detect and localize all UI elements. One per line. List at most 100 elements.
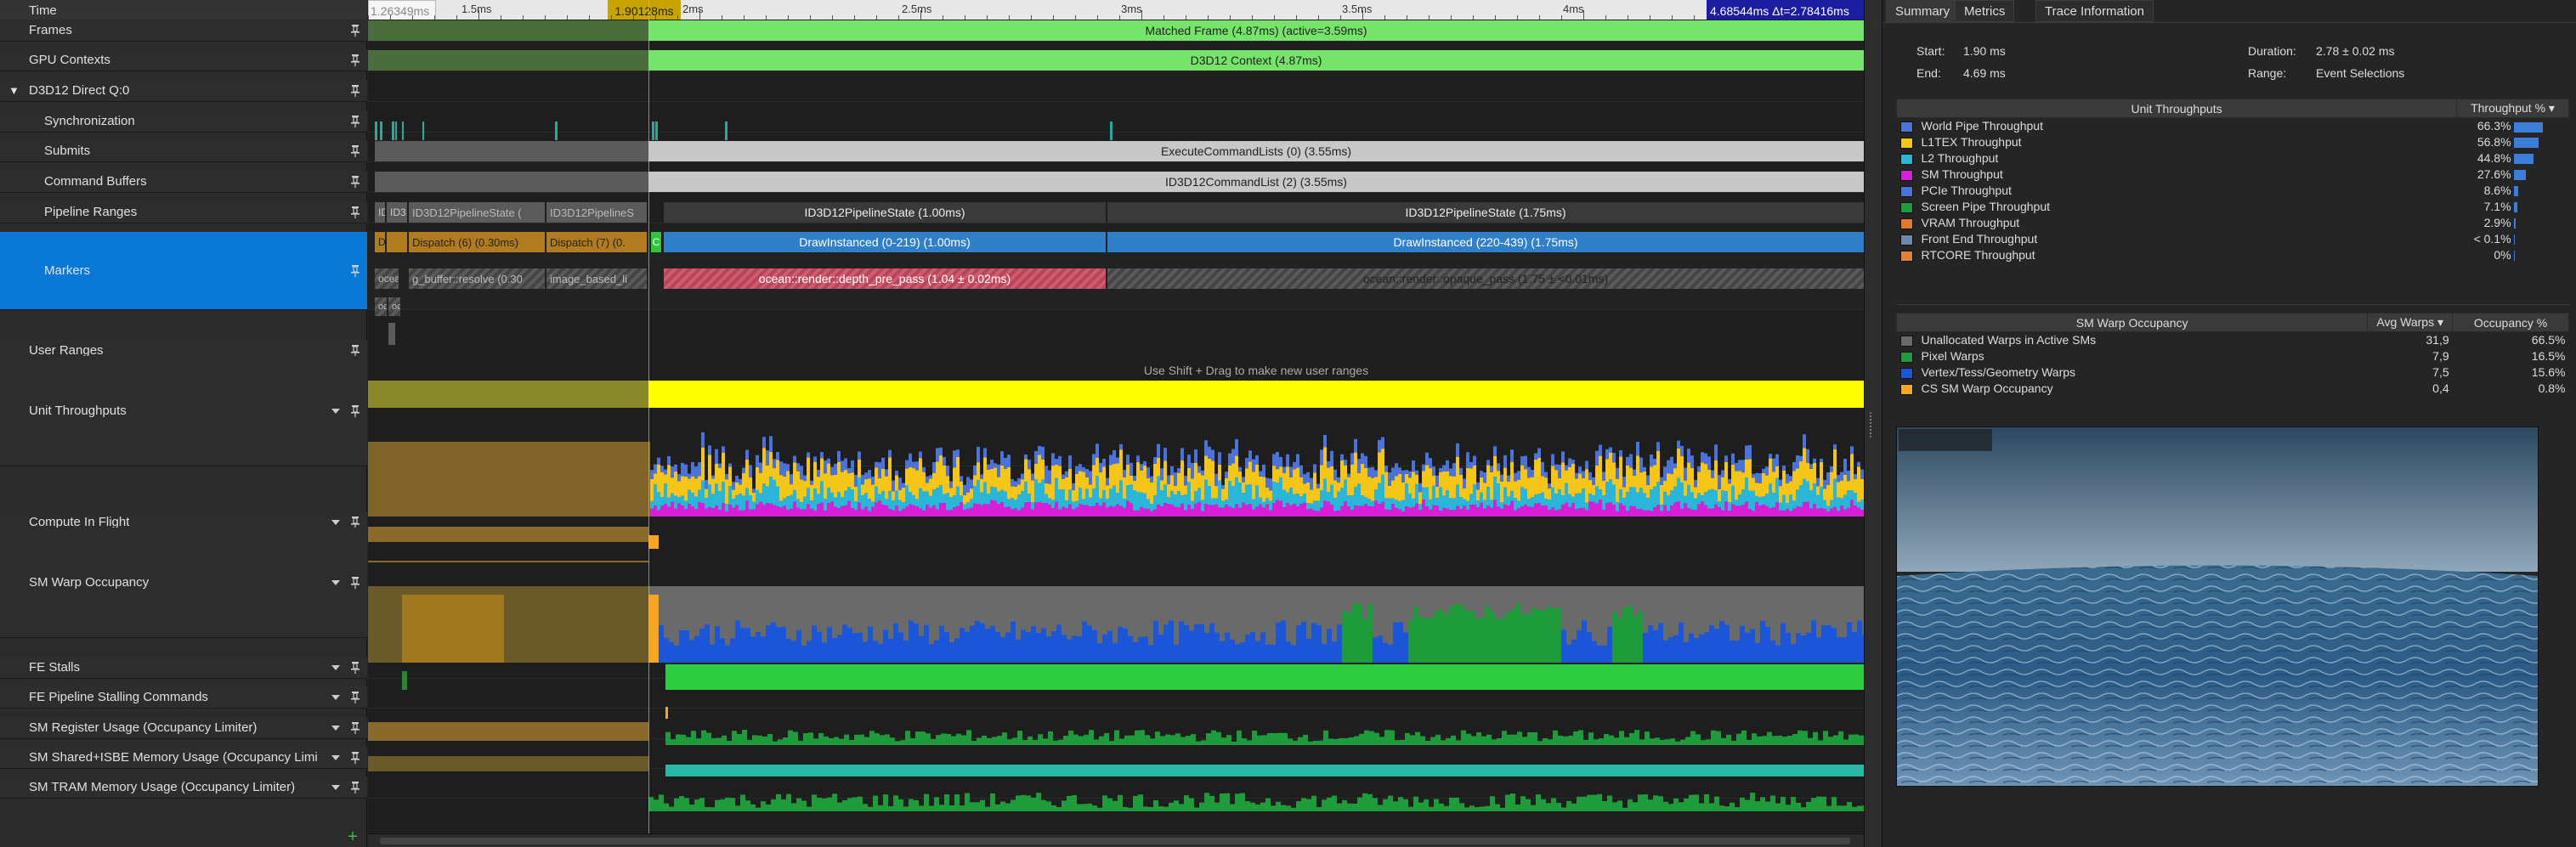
frame-preview-image[interactable] — [1896, 426, 2539, 787]
table-splitter[interactable] — [1896, 304, 2569, 311]
pin-icon[interactable] — [348, 24, 362, 37]
unit-throughput-row[interactable]: World Pipe Throughput 66.3% — [1897, 118, 2569, 134]
gpu-active-pre[interactable] — [368, 381, 648, 408]
pin-icon[interactable] — [348, 175, 362, 189]
timeline-row[interactable] — [368, 686, 1864, 709]
pipeline-range-bar[interactable]: ID — [375, 202, 385, 223]
row-label-command-buffers[interactable]: Command Buffers — [0, 171, 367, 193]
chevron-down-icon[interactable] — [330, 663, 342, 672]
pin-icon[interactable] — [348, 781, 362, 794]
chevron-down-icon[interactable] — [330, 407, 342, 415]
marker-bar[interactable]: ocea — [375, 268, 399, 289]
row-label-synchronization[interactable]: Synchronization — [0, 110, 367, 133]
cmdbuf-bar[interactable]: ID3D12CommandList (2) (3.55ms) — [648, 172, 1864, 192]
scrollbar-thumb[interactable] — [380, 838, 1850, 844]
pin-icon[interactable] — [348, 404, 362, 418]
marker-bar[interactable]: oc — [375, 297, 387, 316]
pin-icon[interactable] — [348, 54, 362, 67]
unit-throughputs-header[interactable]: Unit Throughputs — [1895, 99, 2458, 118]
pin-icon[interactable] — [348, 691, 362, 704]
unit-throughput-row[interactable]: L2 Throughput 44.8% — [1897, 150, 2569, 167]
timeline-row[interactable] — [368, 747, 1864, 769]
action-bar[interactable]: DrawInstanced (0-219) (1.00ms) — [664, 232, 1106, 252]
warp-occupancy-row[interactable]: Unallocated Warps in Active SMs 31,9 66.5% — [1897, 332, 2569, 348]
marker-bar[interactable]: image_based_li — [546, 268, 647, 289]
horizontal-scrollbar[interactable] — [368, 833, 1864, 847]
row-label-submits[interactable]: Submits — [0, 140, 367, 162]
pin-icon[interactable] — [348, 721, 362, 735]
pin-icon[interactable] — [348, 115, 362, 128]
unit-throughput-row[interactable]: PCIe Throughput 8.6% — [1897, 183, 2569, 199]
unit-throughput-row[interactable]: Screen Pipe Throughput 7.1% — [1897, 199, 2569, 215]
panel-splitter[interactable] — [1864, 0, 1882, 847]
chevron-down-icon[interactable] — [330, 693, 342, 702]
context-bar[interactable]: D3D12 Context (4.87ms) — [648, 50, 1864, 71]
context-bar-pre[interactable] — [368, 50, 648, 71]
row-label-sm-shared-isbe-memory-usage-occupancy-limite[interactable]: SM Shared+ISBE Memory Usage (Occupancy L… — [0, 747, 367, 769]
submit-bar[interactable]: ExecuteCommandLists (0) (3.55ms) — [648, 141, 1864, 161]
timeline-row[interactable] — [368, 657, 1864, 679]
timeline-row[interactable] — [368, 110, 1864, 133]
unit-throughput-row[interactable]: RTCORE Throughput 0% — [1897, 247, 2569, 263]
row-label-sm-register-usage-occupancy-limiter[interactable]: SM Register Usage (Occupancy Limiter) — [0, 717, 367, 739]
pipeline-range-bar[interactable]: ID3D12PipelineState ( — [409, 202, 545, 223]
submit-bar-pre[interactable] — [375, 141, 648, 161]
marker-bar[interactable]: ocean::render::depth_pre_pass (1.04 ± 0.… — [664, 268, 1106, 289]
frame-bar[interactable]: Matched Frame (4.87ms) (active=3.59ms) — [648, 20, 1864, 41]
pipeline-range-bar[interactable]: ID3 — [387, 202, 407, 223]
row-label-fe-pipeline-stalling-commands[interactable]: FE Pipeline Stalling Commands — [0, 686, 367, 709]
frame-bar-pre[interactable] — [368, 20, 648, 41]
occupancy-percent-header[interactable]: Occupancy % — [2452, 313, 2569, 332]
warp-occupancy-header[interactable]: SM Warp Occupancy — [1895, 313, 2369, 332]
pipeline-range-bar[interactable]: ID3D12PipelineState (1.00ms) — [664, 202, 1106, 223]
cmdbuf-bar-pre[interactable] — [375, 172, 648, 192]
pipeline-range-bar[interactable]: ID3D12PipelineS — [546, 202, 647, 223]
unit-throughput-row[interactable]: Front End Throughput < 0.1% — [1897, 231, 2569, 247]
tab-trace-information[interactable]: Trace Information — [2035, 0, 2154, 22]
tab-summary[interactable]: Summary — [1886, 0, 1960, 22]
pin-icon[interactable] — [348, 264, 362, 278]
chevron-down-icon[interactable] — [330, 783, 342, 792]
warp-occupancy-row[interactable]: CS SM Warp Occupancy 0,4 0.8% — [1897, 381, 2569, 397]
pin-icon[interactable] — [348, 84, 362, 98]
splitter-grip[interactable] — [1870, 412, 1877, 438]
marker-bar[interactable]: g_buffer::resolve (0.30 — [409, 268, 545, 289]
warp-occupancy-row[interactable]: Pixel Warps 7,9 16.5% — [1897, 348, 2569, 364]
timeline-row[interactable] — [368, 776, 1864, 799]
action-bar[interactable]: DrawInstanced (220-439) (1.75ms) — [1107, 232, 1864, 252]
pipeline-range-bar[interactable]: ID3D12PipelineState (1.75ms) — [1107, 202, 1864, 223]
action-bar[interactable]: C — [651, 232, 661, 252]
timeline-row[interactable] — [368, 528, 1864, 638]
collapse-triangle-icon[interactable]: ▼ — [8, 84, 20, 97]
timeline-row[interactable] — [368, 80, 1864, 102]
timeline-row[interactable] — [368, 717, 1864, 739]
pin-icon[interactable] — [348, 144, 362, 158]
marker-bar[interactable] — [388, 323, 395, 345]
action-bar[interactable] — [387, 232, 407, 252]
pin-icon[interactable] — [348, 576, 362, 590]
action-bar[interactable]: Dispatch (6) (0.30ms) — [409, 232, 545, 252]
chevron-down-icon[interactable] — [330, 754, 342, 762]
unit-throughput-row[interactable]: L1TEX Throughput 56.8% — [1897, 134, 2569, 150]
chevron-down-icon[interactable] — [330, 724, 342, 732]
add-row-button[interactable]: + — [345, 828, 360, 845]
throughput-percent-header[interactable]: Throughput % ▾ — [2456, 99, 2569, 118]
row-label-pipeline-ranges[interactable]: Pipeline Ranges — [0, 201, 367, 223]
row-label-markers[interactable]: Markers — [0, 232, 367, 310]
action-bar[interactable]: D — [375, 232, 385, 252]
unit-throughput-row[interactable]: VRAM Throughput 2.9% — [1897, 215, 2569, 231]
row-label-sm-warp-occupancy[interactable]: SM Warp Occupancy — [0, 528, 367, 638]
tab-metrics[interactable]: Metrics — [1955, 0, 2015, 22]
gpu-active-bar[interactable] — [648, 381, 1864, 408]
action-bar[interactable]: Dispatch (7) (0. — [546, 232, 647, 252]
row-label-d3d12-direct-q-0[interactable]: ▼ D3D12 Direct Q:0 — [0, 80, 367, 102]
marker-bar[interactable]: ocean::render::opaque_pass (1.75 ± <0.01… — [1107, 268, 1864, 289]
row-label-fe-stalls[interactable]: FE Stalls — [0, 657, 367, 679]
chevron-down-icon[interactable] — [330, 518, 342, 527]
marker-bar[interactable]: oc — [388, 297, 400, 316]
row-label-sm-tram-memory-usage-occupancy-limiter[interactable]: SM TRAM Memory Usage (Occupancy Limiter) — [0, 776, 367, 799]
unit-throughput-row[interactable]: SM Throughput 27.6% — [1897, 167, 2569, 183]
pin-icon[interactable] — [348, 206, 362, 219]
avg-warps-header[interactable]: Avg Warps ▾ — [2367, 313, 2454, 332]
row-label-frames[interactable]: Frames — [0, 20, 367, 42]
